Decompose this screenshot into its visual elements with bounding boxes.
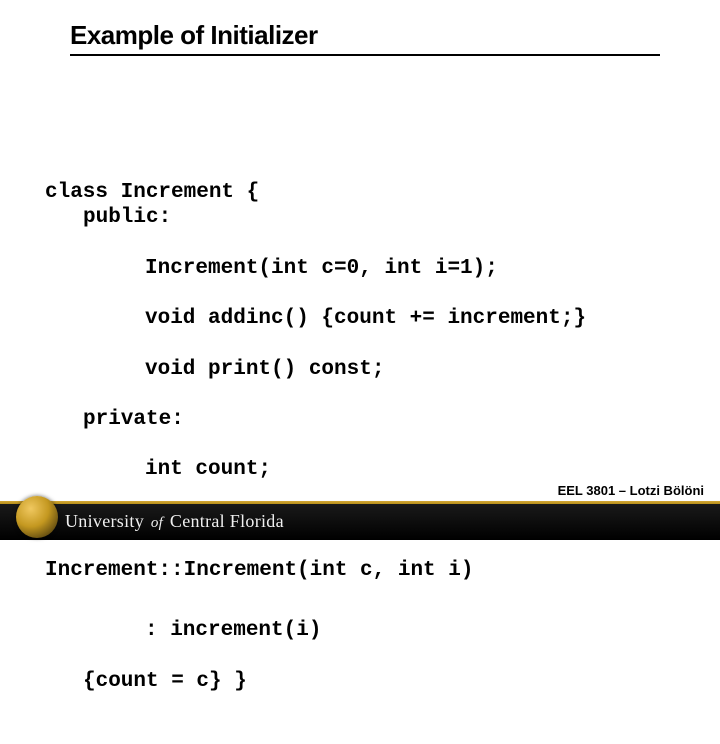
code-line: void print() const; [145,357,586,382]
footer: University of Central Florida [0,490,720,540]
code-line: private: [83,407,586,432]
university-name: University of Central Florida [65,511,284,532]
university-main: Central Florida [170,511,284,531]
slide: Example of Initializer class Increment {… [0,0,720,540]
slide-title: Example of Initializer [70,20,318,51]
university-prefix: University [65,511,144,531]
code-line: void addinc() {count += increment;} [145,306,586,331]
title-underline [70,54,660,56]
ucf-logo-icon [16,496,58,538]
code-line: : increment(i) [145,618,586,643]
code-line: int count; [145,457,586,482]
code-block: class Increment { public: Increment(int … [45,155,586,744]
code-line: Increment(int c=0, int i=1); [145,256,586,281]
university-of: of [151,515,163,531]
code-line: public: [83,205,586,230]
code-line: Increment::Increment(int c, int i) [45,559,473,582]
code-line: class Increment { [45,181,259,204]
code-line: {count = c} } [83,669,586,694]
